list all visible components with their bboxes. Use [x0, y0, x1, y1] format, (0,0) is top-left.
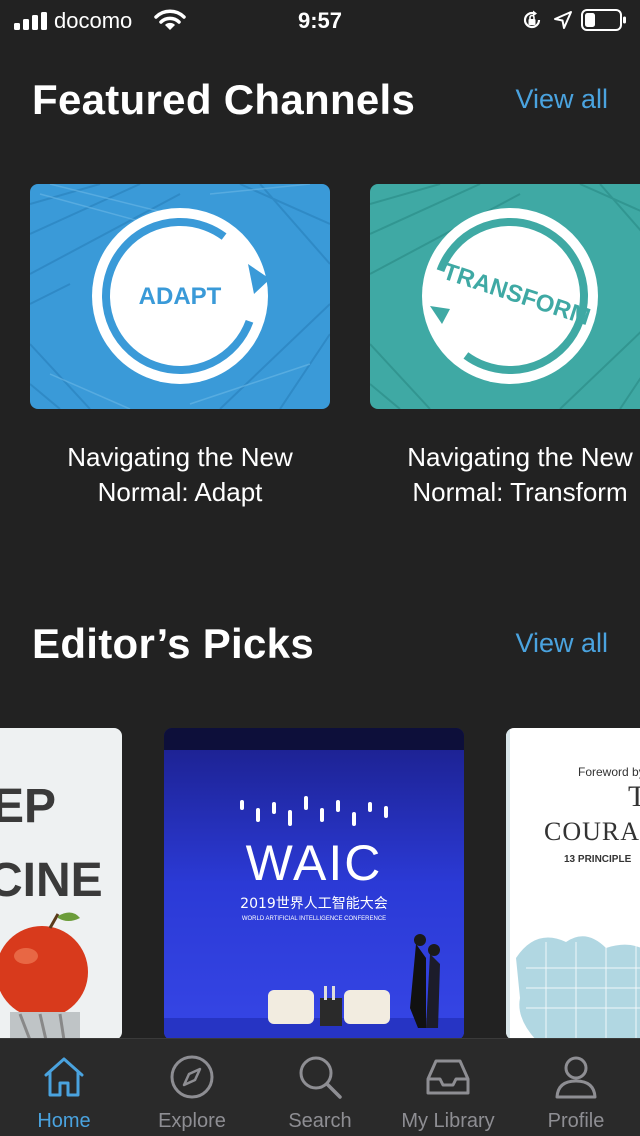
search-icon: [299, 1056, 342, 1099]
svg-text:Foreword by: Foreword by: [578, 765, 640, 779]
transform-channel-thumbnail: TRANSFORM: [370, 184, 640, 409]
svg-text:WORLD ARTIFICIAL INTELLIGENCE: WORLD ARTIFICIAL INTELLIGENCE CONFERENCE: [242, 916, 386, 922]
orientation-lock-icon: [523, 10, 541, 29]
tab-profile[interactable]: Profile: [512, 1039, 640, 1136]
status-bar: docomo 9:57: [0, 0, 640, 40]
featured-view-all-link[interactable]: View all: [515, 84, 608, 115]
tab-my-library-label: My Library: [401, 1110, 495, 1132]
tab-home-label: Home: [37, 1110, 91, 1132]
tab-search[interactable]: Search: [256, 1039, 384, 1136]
person-icon: [555, 1056, 597, 1099]
editors-picks-title: Editor’s Picks: [32, 620, 314, 667]
featured-channels-title: Featured Channels: [32, 76, 416, 123]
compass-icon: [170, 1055, 214, 1099]
tab-explore[interactable]: Explore: [128, 1039, 256, 1136]
adapt-channel-thumbnail: ADAPT: [30, 184, 330, 409]
tab-home[interactable]: Home: [0, 1039, 128, 1136]
book-cover-apple: EP CINE: [0, 728, 122, 1040]
tab-explore-label: Explore: [158, 1110, 226, 1132]
tab-search-label: Search: [288, 1110, 352, 1132]
book-cover-courage: Foreword by T COURA 13 PRINCIPLE: [506, 728, 640, 1040]
tab-bar: Home Explore Search My Library Profile: [0, 1038, 640, 1136]
inbox-icon: [426, 1059, 470, 1095]
channel-title-line: Normal: Adapt: [97, 477, 263, 507]
svg-text:WAIC: WAIC: [246, 835, 383, 891]
svg-text:T: T: [628, 780, 640, 813]
channel-card-adapt[interactable]: ADAPT: [30, 184, 330, 409]
tab-profile-label: Profile: [547, 1110, 605, 1132]
waic-stage-image: WAIC 2019世界人工智能大会 WORLD ARTIFICIAL INTEL…: [164, 728, 464, 1040]
svg-text:EP: EP: [0, 780, 56, 833]
svg-text:2019世界人工智能大会: 2019世界人工智能大会: [240, 896, 388, 912]
pick-card-waic[interactable]: WAIC 2019世界人工智能大会 WORLD ARTIFICIAL INTEL…: [164, 728, 464, 1040]
pick-card-book-courage[interactable]: Foreword by T COURA 13 PRINCIPLE: [506, 728, 640, 1040]
svg-text:CINE: CINE: [0, 854, 103, 907]
channel-title-line: Navigating the New: [407, 442, 633, 472]
clock: 9:57: [297, 8, 343, 33]
tab-my-library[interactable]: My Library: [384, 1039, 512, 1136]
channel-card-transform-title[interactable]: Navigating the New Normal: Transform: [370, 440, 640, 510]
svg-text:13 PRINCIPLE: 13 PRINCIPLE: [564, 854, 632, 865]
home-icon: [44, 1057, 84, 1097]
pick-card-book-apple[interactable]: EP CINE: [0, 728, 122, 1040]
svg-text:COURA: COURA: [544, 817, 640, 846]
location-arrow-icon: [554, 11, 572, 29]
channel-title-line: Navigating the New: [67, 442, 293, 472]
channel-card-transform[interactable]: TRANSFORM: [370, 184, 640, 409]
channel-title-line: Normal: Transform: [412, 477, 628, 507]
channel-card-adapt-title[interactable]: Navigating the New Normal: Adapt: [30, 440, 330, 510]
adapt-badge-text: ADAPT: [139, 283, 222, 310]
editors-picks-view-all-link[interactable]: View all: [515, 628, 608, 659]
battery-icon: [581, 9, 626, 31]
